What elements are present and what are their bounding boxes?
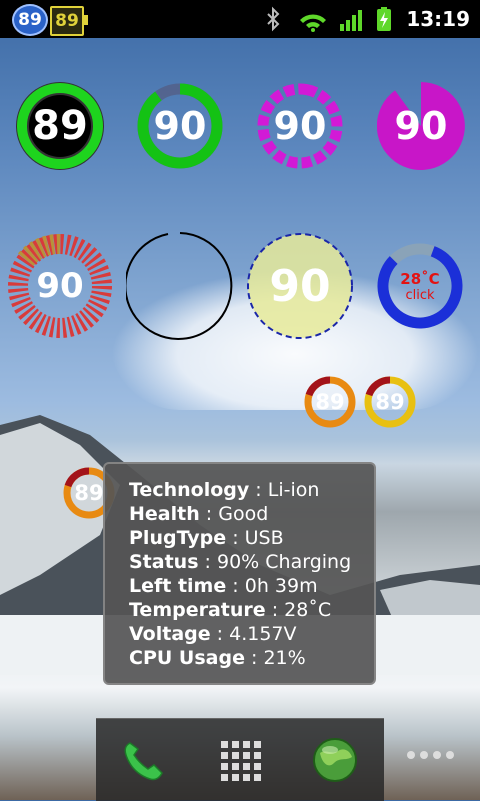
battery-widget-small-1[interactable]: 89: [303, 375, 357, 429]
phone-icon[interactable]: [118, 735, 168, 785]
battery-level-text: 90: [269, 260, 331, 312]
status-bar: 89 89 13:19: [0, 0, 480, 38]
battery-widget-2[interactable]: 90: [136, 82, 224, 170]
popup-row-cpu-usage: CPU Usage : 21%: [129, 647, 306, 669]
wifi-icon: [300, 14, 326, 32]
battery-widget-small-2[interactable]: 89: [363, 375, 417, 429]
status-icons: [267, 6, 391, 32]
battery-widget-6[interactable]: [126, 232, 234, 340]
battery-level-text: [126, 232, 234, 340]
battery-box-badge: 89: [50, 6, 88, 36]
more-dots-icon[interactable]: [405, 748, 455, 762]
battery-widget-5[interactable]: 90: [6, 232, 114, 340]
battery-circle-badge: 89: [12, 4, 48, 36]
temperature-widget[interactable]: 28˚C click: [376, 242, 464, 330]
battery-level-text: 89: [32, 103, 88, 149]
signal-icon: [340, 10, 362, 31]
battery-widget-3[interactable]: 90: [256, 82, 344, 170]
popup-row-plugtype: PlugType : USB: [129, 527, 284, 549]
battery-info-popup[interactable]: Technology : Li-ion Health : Good PlugTy…: [103, 462, 376, 685]
popup-row-status: Status : 90% Charging: [129, 551, 352, 573]
popup-row-technology: Technology : Li-ion: [129, 479, 320, 501]
dock: [96, 718, 384, 801]
battery-widget-7[interactable]: 90: [246, 232, 354, 340]
app-drawer-icon[interactable]: [215, 735, 265, 785]
bluetooth-icon: [267, 6, 280, 32]
battery-charging-icon: [377, 7, 391, 31]
popup-row-temperature: Temperature : 28˚C: [129, 599, 332, 621]
click-hint-text: click: [405, 287, 435, 303]
clock: 13:19: [406, 7, 470, 31]
battery-level-text: 90: [273, 104, 327, 148]
battery-widget-1[interactable]: 89: [14, 80, 106, 172]
popup-row-left-time: Left time : 0h 39m: [129, 575, 318, 597]
popup-row-health: Health : Good: [129, 503, 269, 525]
battery-level-text: 90: [153, 104, 207, 148]
battery-level-text: 89: [315, 390, 345, 414]
temperature-text: 28˚C: [400, 269, 440, 288]
battery-widget-4[interactable]: 90: [377, 82, 465, 170]
popup-row-voltage: Voltage : 4.157V: [129, 623, 297, 645]
battery-level-text: 90: [36, 266, 84, 306]
battery-level-text: 89: [375, 390, 405, 414]
browser-globe-icon[interactable]: [310, 735, 360, 785]
battery-level-text: 90: [394, 104, 448, 148]
